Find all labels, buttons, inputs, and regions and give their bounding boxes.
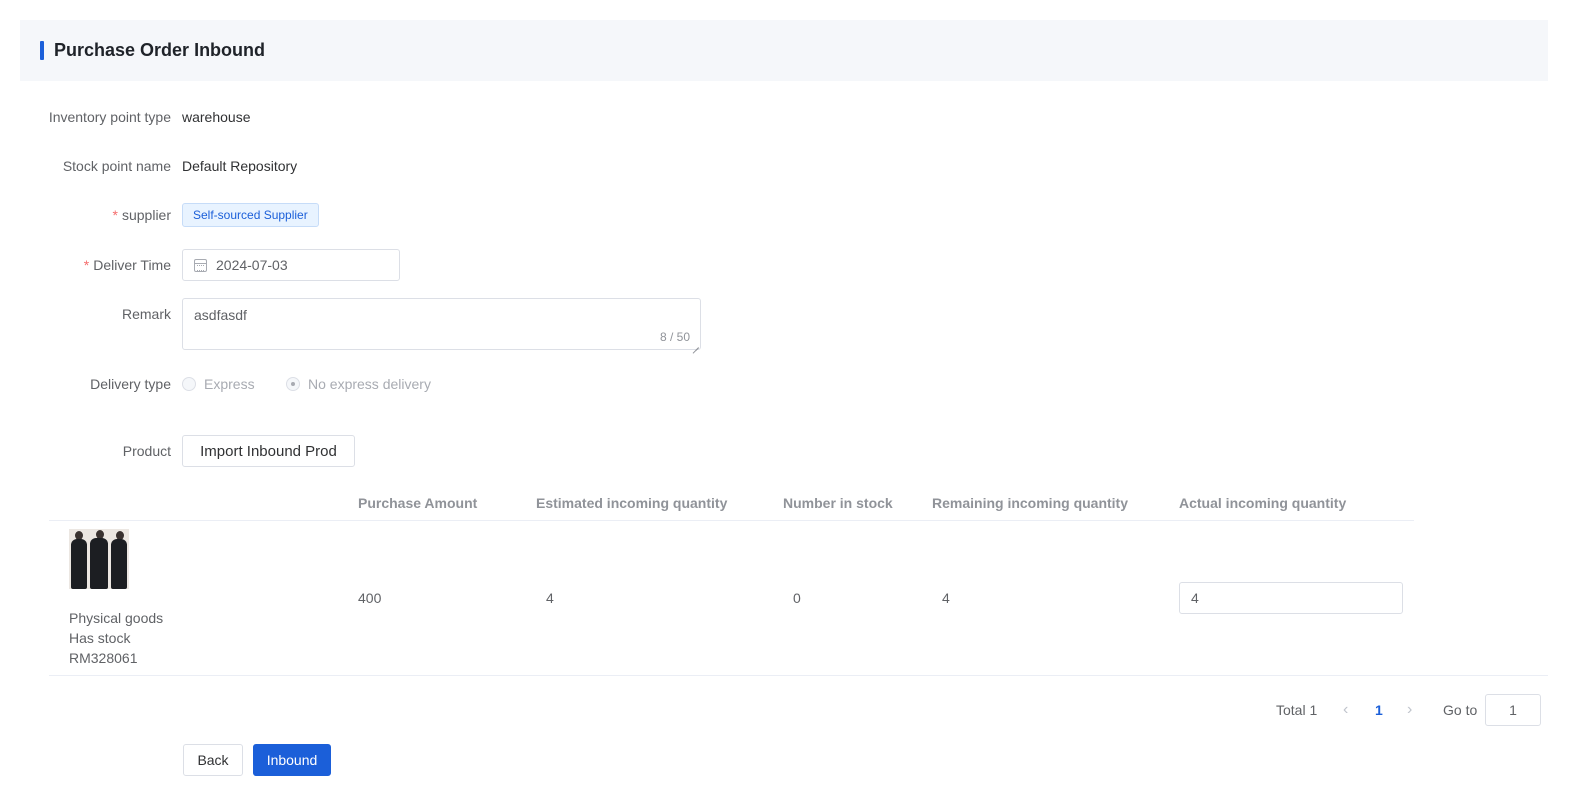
required-mark: * xyxy=(83,257,90,273)
product-type-text: Physical goods xyxy=(69,610,164,626)
supplier-label-text: supplier xyxy=(121,207,171,223)
radio-express[interactable]: Express xyxy=(182,376,255,392)
cell-number-in-stock: 0 xyxy=(793,590,801,606)
product-label: Product xyxy=(122,443,171,459)
radio-express-label: Express xyxy=(204,376,255,392)
column-header-remaining-incoming: Remaining incoming quantity xyxy=(932,495,1129,511)
title-accent-bar xyxy=(40,41,44,60)
stock-point-name-label: Stock point name xyxy=(62,158,171,174)
table-header-divider xyxy=(49,520,1414,521)
pagination-goto-label: Go to xyxy=(1443,702,1478,718)
radio-circle-checked xyxy=(286,377,300,391)
deliver-time-picker[interactable]: 2024-07-03 xyxy=(182,249,400,281)
column-header-estimated-incoming: Estimated incoming quantity xyxy=(536,495,728,511)
stock-point-name-value: Default Repository xyxy=(182,158,298,174)
page-header: Purchase Order Inbound xyxy=(20,20,1548,81)
chevron-left-icon[interactable]: ‹ xyxy=(1343,700,1348,720)
cell-remaining-incoming: 4 xyxy=(942,590,950,606)
product-code-text: RM328061 xyxy=(69,650,138,666)
resize-handle-icon[interactable] xyxy=(691,340,699,348)
actual-incoming-quantity-input[interactable] xyxy=(1179,582,1403,614)
product-stock-text: Has stock xyxy=(69,630,131,646)
deliver-time-label-text: Deliver Time xyxy=(93,257,171,273)
chevron-right-icon[interactable]: › xyxy=(1407,700,1412,720)
radio-no-express-label: No express delivery xyxy=(308,376,431,392)
inventory-point-type-label: Inventory point type xyxy=(48,109,171,125)
remark-textarea[interactable]: asdfasdf 8 / 50 xyxy=(182,298,701,350)
required-mark: * xyxy=(112,207,118,223)
inventory-point-type-value: warehouse xyxy=(182,109,251,125)
back-button[interactable]: Back xyxy=(183,744,243,776)
pagination-goto-input[interactable] xyxy=(1485,694,1541,726)
column-header-actual-incoming: Actual incoming quantity xyxy=(1179,495,1347,511)
supplier-tag[interactable]: Self-sourced Supplier xyxy=(182,203,319,227)
supplier-label: * supplier xyxy=(113,207,171,223)
product-thumbnail[interactable] xyxy=(69,529,129,589)
table-row-divider xyxy=(49,675,1548,676)
inbound-button[interactable]: Inbound xyxy=(253,744,331,776)
remark-char-counter: 8 / 50 xyxy=(659,330,690,344)
deliver-time-label: * Deliver Time xyxy=(84,257,171,273)
cell-estimated-incoming: 4 xyxy=(546,590,554,606)
pagination-total: Total 1 xyxy=(1276,702,1318,718)
column-header-number-in-stock: Number in stock xyxy=(783,495,893,511)
page-title: Purchase Order Inbound xyxy=(54,40,266,60)
cell-purchase-amount: 400 xyxy=(358,590,382,606)
radio-no-express[interactable]: No express delivery xyxy=(286,376,431,392)
delivery-type-label: Delivery type xyxy=(90,376,171,392)
radio-circle xyxy=(182,377,196,391)
deliver-time-value: 2024-07-03 xyxy=(216,257,288,273)
remark-label: Remark xyxy=(121,306,171,322)
column-header-purchase-amount: Purchase Amount xyxy=(358,495,478,511)
remark-value: asdfasdf xyxy=(194,307,247,323)
pagination-page-1[interactable]: 1 xyxy=(1375,702,1383,718)
import-inbound-product-button[interactable]: Import Inbound Prod xyxy=(182,435,355,467)
calendar-icon xyxy=(194,259,207,272)
